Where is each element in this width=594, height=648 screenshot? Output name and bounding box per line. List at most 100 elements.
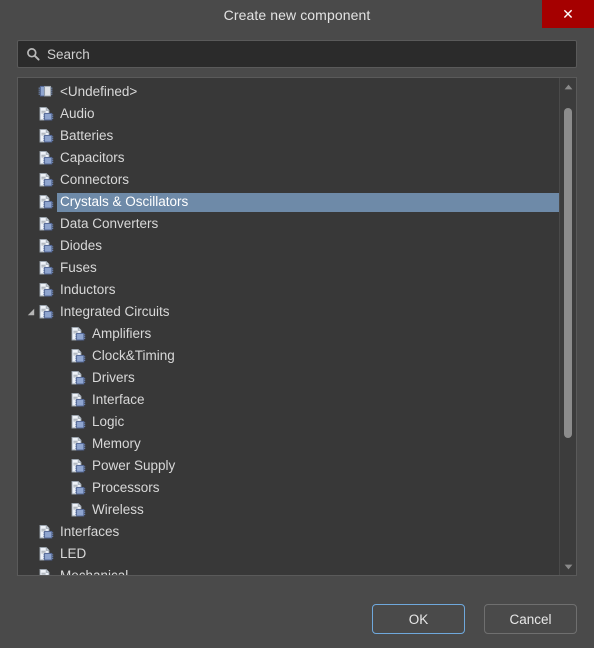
tree-item-icon-wrap	[38, 304, 57, 320]
tree-item-crystals-oscillators[interactable]: Crystals & Oscillators	[18, 191, 559, 213]
tree-item-icon-wrap	[70, 370, 89, 386]
tree-item-label: Batteries	[60, 127, 114, 143]
tree-twisty-spacer	[24, 191, 38, 213]
component-page-icon	[39, 217, 54, 231]
tree-item-label: Drivers	[92, 369, 135, 385]
chevron-down-icon	[564, 564, 572, 569]
scroll-down-button[interactable]	[560, 559, 576, 574]
ok-button[interactable]: OK	[372, 604, 465, 634]
chip-icon	[38, 85, 53, 97]
tree-item-label: Fuses	[60, 259, 97, 275]
tree-twisty-toggle[interactable]	[24, 301, 38, 323]
twisty-expanded-icon	[27, 308, 35, 316]
tree-item-processors[interactable]: Processors	[18, 477, 559, 499]
component-page-icon	[71, 371, 86, 385]
tree-twisty-spacer	[24, 235, 38, 257]
tree-item-label: Inductors	[60, 281, 116, 297]
tree-item-icon-wrap	[38, 524, 57, 540]
tree-item-power-supply[interactable]: Power Supply	[18, 455, 559, 477]
scrollbar-thumb[interactable]	[564, 107, 572, 439]
dialog-footer: OK Cancel	[0, 590, 594, 648]
tree-item-label: Data Converters	[60, 215, 159, 231]
tree-item-label: Processors	[92, 479, 160, 495]
close-button[interactable]: ✕	[542, 0, 594, 28]
component-page-icon	[71, 327, 86, 341]
component-page-icon	[71, 437, 86, 451]
tree-item-led[interactable]: LED	[18, 543, 559, 565]
search-box[interactable]	[17, 40, 577, 68]
tree-item-clock-timing[interactable]: Clock&Timing	[18, 345, 559, 367]
tree-twisty-spacer	[56, 389, 70, 411]
tree-item-label: Mechanical	[60, 567, 129, 576]
tree-item-wireless[interactable]: Wireless	[18, 499, 559, 521]
tree-twisty-spacer	[24, 103, 38, 125]
component-page-icon	[71, 503, 86, 517]
tree-item-undefined[interactable]: <Undefined>	[18, 81, 559, 103]
tree-item-data-converters[interactable]: Data Converters	[18, 213, 559, 235]
component-page-icon	[39, 173, 54, 187]
component-page-icon	[71, 481, 86, 495]
tree-item-audio[interactable]: Audio	[18, 103, 559, 125]
tree-item-icon-wrap	[70, 392, 89, 408]
tree-twisty-spacer	[24, 257, 38, 279]
tree-item-icon-wrap	[70, 326, 89, 342]
tree-item-label: Interfaces	[60, 523, 120, 539]
tree-item-icon-wrap	[38, 172, 57, 188]
search-input[interactable]	[47, 46, 568, 62]
tree-item-label: Integrated Circuits	[60, 303, 170, 319]
tree-item-mechanical[interactable]: Mechanical	[18, 565, 559, 576]
tree-twisty-spacer	[56, 345, 70, 367]
tree-twisty-spacer	[24, 521, 38, 543]
tree-item-label: Clock&Timing	[92, 347, 175, 363]
scroll-up-button[interactable]	[560, 79, 576, 94]
component-page-icon	[39, 525, 54, 539]
component-page-icon	[39, 283, 54, 297]
dialog-title-bar: Create new component ✕	[0, 0, 594, 30]
tree-twisty-spacer	[24, 213, 38, 235]
tree-item-icon-wrap	[38, 260, 57, 276]
component-page-icon	[39, 239, 54, 253]
tree-item-label: LED	[60, 545, 87, 561]
tree-item-icon-wrap	[38, 150, 57, 166]
tree-item-fuses[interactable]: Fuses	[18, 257, 559, 279]
tree-item-label: Wireless	[92, 501, 144, 517]
tree-item-label: Interface	[92, 391, 145, 407]
tree-item-amplifiers[interactable]: Amplifiers	[18, 323, 559, 345]
tree-item-label: Connectors	[60, 171, 130, 187]
tree-item-connectors[interactable]: Connectors	[18, 169, 559, 191]
tree-twisty-spacer	[24, 565, 38, 575]
cancel-button[interactable]: Cancel	[484, 604, 577, 634]
tree-item-inductors[interactable]: Inductors	[18, 279, 559, 301]
tree-item-icon-wrap	[38, 568, 57, 575]
tree-item-icon-wrap	[70, 436, 89, 452]
tree-item-logic[interactable]: Logic	[18, 411, 559, 433]
chevron-up-icon	[564, 84, 572, 89]
component-page-icon	[39, 261, 54, 275]
tree-item-diodes[interactable]: Diodes	[18, 235, 559, 257]
tree-item-interfaces[interactable]: Interfaces	[18, 521, 559, 543]
tree-item-label: Crystals & Oscillators	[57, 192, 559, 212]
tree-item-label: Audio	[60, 105, 95, 121]
tree-item-integrated-circuits[interactable]: Integrated Circuits	[18, 301, 559, 323]
tree-twisty-spacer	[24, 125, 38, 147]
tree-item-icon-wrap	[70, 502, 89, 518]
tree-twisty-spacer	[56, 433, 70, 455]
component-page-icon	[39, 547, 54, 561]
tree-item-icon-wrap	[38, 238, 57, 254]
tree-item-icon-wrap	[70, 480, 89, 496]
tree-twisty-spacer	[56, 499, 70, 521]
tree-item-capacitors[interactable]: Capacitors	[18, 147, 559, 169]
tree-item-interface[interactable]: Interface	[18, 389, 559, 411]
tree-item-icon-wrap	[38, 106, 57, 122]
category-tree-list[interactable]: <Undefined> Audio Batteries Capacitors Conne…	[18, 81, 559, 575]
tree-item-batteries[interactable]: Batteries	[18, 125, 559, 147]
component-page-icon	[71, 349, 86, 363]
component-page-icon	[39, 305, 54, 319]
component-page-icon	[71, 459, 86, 473]
tree-item-memory[interactable]: Memory	[18, 433, 559, 455]
component-page-icon	[39, 569, 53, 575]
tree-item-drivers[interactable]: Drivers	[18, 367, 559, 389]
tree-scrollbar[interactable]	[559, 78, 576, 575]
category-tree-panel: <Undefined> Audio Batteries Capacitors Conne…	[17, 77, 577, 576]
tree-item-label: Diodes	[60, 237, 103, 253]
